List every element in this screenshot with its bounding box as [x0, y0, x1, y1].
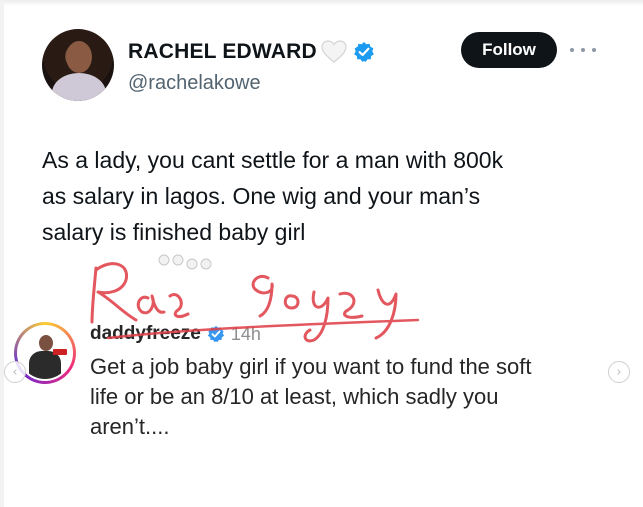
- reply-text-line: life or be an 8/10 at least, which sadly…: [90, 384, 499, 409]
- screenshot-frame: RACHEL EDWARD @rachelakowe Follow As a l…: [0, 0, 643, 507]
- left-edge-shadow: [0, 0, 4, 507]
- avatar-body: [52, 73, 106, 101]
- reply-avatar-torso: [29, 351, 61, 379]
- reply-text: Get a job baby girl if you want to fund …: [90, 352, 610, 442]
- reply-text-line: aren’t....: [90, 414, 170, 439]
- more-dot: [592, 48, 596, 52]
- carousel-next-button[interactable]: ›: [608, 361, 630, 383]
- more-dot: [581, 48, 585, 52]
- carousel-prev-button[interactable]: ‹: [4, 361, 26, 383]
- author-display-name[interactable]: RACHEL EDWARD: [128, 40, 317, 64]
- tweet-text-line: As a lady, you cant settle for a man wit…: [42, 147, 504, 173]
- tweet-text-line: as salary in lagos. One wig and your man…: [42, 183, 481, 209]
- follow-button[interactable]: Follow: [461, 32, 557, 68]
- author-avatar[interactable]: [42, 29, 114, 101]
- reply-avatar-tag: [53, 349, 67, 355]
- reply-user-row: daddyfreeze 14h: [90, 322, 261, 346]
- top-edge-shadow: [0, 0, 643, 6]
- author-handle[interactable]: @rachelakowe: [128, 72, 261, 95]
- more-options-icon[interactable]: [570, 44, 596, 56]
- more-dot: [570, 48, 574, 52]
- avatar-face: [66, 41, 92, 73]
- reply-username[interactable]: daddyfreeze: [90, 323, 201, 345]
- reply-timestamp: 14h: [230, 323, 261, 344]
- verified-badge-icon: [353, 41, 375, 63]
- white-heart-icon: [321, 40, 347, 64]
- reply-text-line: Get a job baby girl if you want to fund …: [90, 354, 532, 379]
- author-name-row: RACHEL EDWARD: [128, 38, 375, 66]
- reply-avatar-head: [39, 335, 53, 351]
- tweet-text-line: salary is finished baby girl: [42, 219, 306, 245]
- tweet-text: As a lady, you cant settle for a man wit…: [42, 142, 602, 250]
- reply-verified-icon: [207, 325, 225, 343]
